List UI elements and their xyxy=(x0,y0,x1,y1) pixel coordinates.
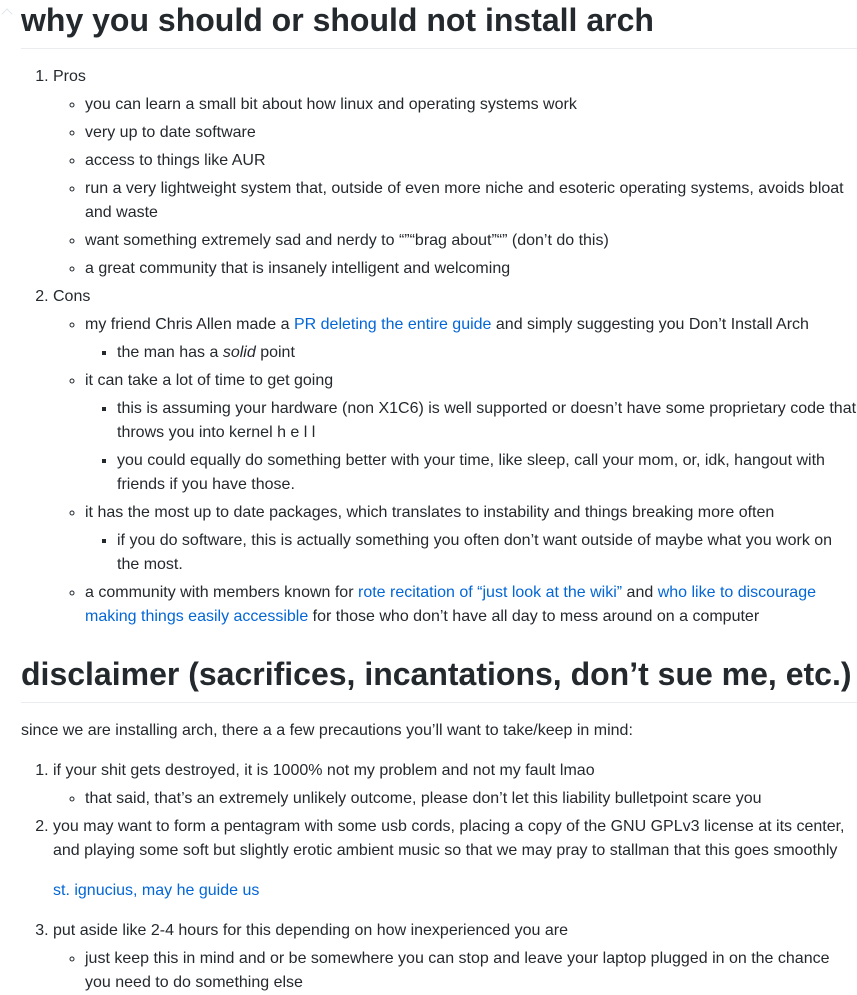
sub-text: point xyxy=(255,344,295,361)
cons-item4-after: for those who don’t have all day to mess… xyxy=(308,608,760,625)
rote-recitation-link[interactable]: rote recitation of “just look at the wik… xyxy=(358,584,622,601)
list-item: put aside like 2-4 hours for this depend… xyxy=(53,919,857,995)
cons-sublist: my friend Chris Allen made a PR deleting… xyxy=(53,313,857,629)
list-item: very up to date software xyxy=(85,121,857,145)
list-item: you can learn a small bit about how linu… xyxy=(85,93,857,117)
list-item: you could equally do something better wi… xyxy=(117,449,857,497)
precaution2-text: you may want to form a pentagram with so… xyxy=(53,818,845,859)
precaution3-text: put aside like 2-4 hours for this depend… xyxy=(53,922,568,939)
list-item: my friend Chris Allen made a PR deleting… xyxy=(85,313,857,365)
cons-item1-before: my friend Chris Allen made a xyxy=(85,316,294,333)
pros-cons-list: Pros you can learn a small bit about how… xyxy=(21,65,857,629)
list-item: it has the most up to date packages, whi… xyxy=(85,501,857,577)
disclaimer-intro: since we are installing arch, there a a … xyxy=(21,722,633,739)
cons-item1-sublist: the man has a solid point xyxy=(85,341,857,365)
cons-item1-after: and simply suggesting you Don’t Install … xyxy=(491,316,809,333)
list-item-pros: Pros you can learn a small bit about how… xyxy=(53,65,857,281)
list-item: a great community that is insanely intel… xyxy=(85,257,857,281)
list-item: this is assuming your hardware (non X1C6… xyxy=(117,397,857,445)
list-item: run a very lightweight system that, outs… xyxy=(85,177,857,225)
list-item: want something extremely sad and nerdy t… xyxy=(85,229,857,253)
precaution1-sublist: that said, that’s an extremely unlikely … xyxy=(53,787,857,811)
invocation-paragraph: st. ignucius, may he guide us xyxy=(53,879,857,903)
list-item: that said, that’s an extremely unlikely … xyxy=(85,787,857,811)
anchor-icon xyxy=(1,8,13,20)
section-heading-why-install-arch: why you should or should not install arc… xyxy=(21,0,857,49)
precaution1-text: if your shit gets destroyed, it is 1000%… xyxy=(53,762,595,779)
list-item-cons: Cons my friend Chris Allen made a PR del… xyxy=(53,285,857,629)
precautions-list: if your shit gets destroyed, it is 1000%… xyxy=(21,759,857,995)
cons-item3-text: it has the most up to date packages, whi… xyxy=(85,504,775,521)
list-item: just keep this in mind and or be somewhe… xyxy=(85,947,857,995)
precaution3-sublist: just keep this in mind and or be somewhe… xyxy=(53,947,857,995)
cons-item2-text: it can take a lot of time to get going xyxy=(85,372,334,389)
list-item: the man has a solid point xyxy=(117,341,857,365)
cons-item3-sublist: if you do software, this is actually som… xyxy=(85,529,857,577)
cons-item2-sublist: this is assuming your hardware (non X1C6… xyxy=(85,397,857,497)
sub-text: the man has a xyxy=(117,344,223,361)
cons-item4-middle: and xyxy=(622,584,658,601)
cons-item4-before: a community with members known for xyxy=(85,584,358,601)
list-item: you may want to form a pentagram with so… xyxy=(53,815,857,903)
list-item: it can take a lot of time to get going t… xyxy=(85,369,857,497)
list-item: if you do software, this is actually som… xyxy=(117,529,857,577)
pros-sublist: you can learn a small bit about how linu… xyxy=(53,93,857,281)
list-item: if your shit gets destroyed, it is 1000%… xyxy=(53,759,857,811)
document-page: why you should or should not install arc… xyxy=(0,0,857,991)
section-heading-disclaimer: disclaimer (sacrifices, incantations, do… xyxy=(21,654,857,703)
list-item: access to things like AUR xyxy=(85,149,857,173)
cons-label: Cons xyxy=(53,288,91,305)
pr-deleting-guide-link[interactable]: PR deleting the entire guide xyxy=(294,316,491,333)
pros-label: Pros xyxy=(53,68,86,85)
st-ignucius-link[interactable]: st. ignucius, may he guide us xyxy=(53,882,259,899)
emphasis-solid: solid xyxy=(222,344,256,361)
list-item: a community with members known for rote … xyxy=(85,581,857,629)
